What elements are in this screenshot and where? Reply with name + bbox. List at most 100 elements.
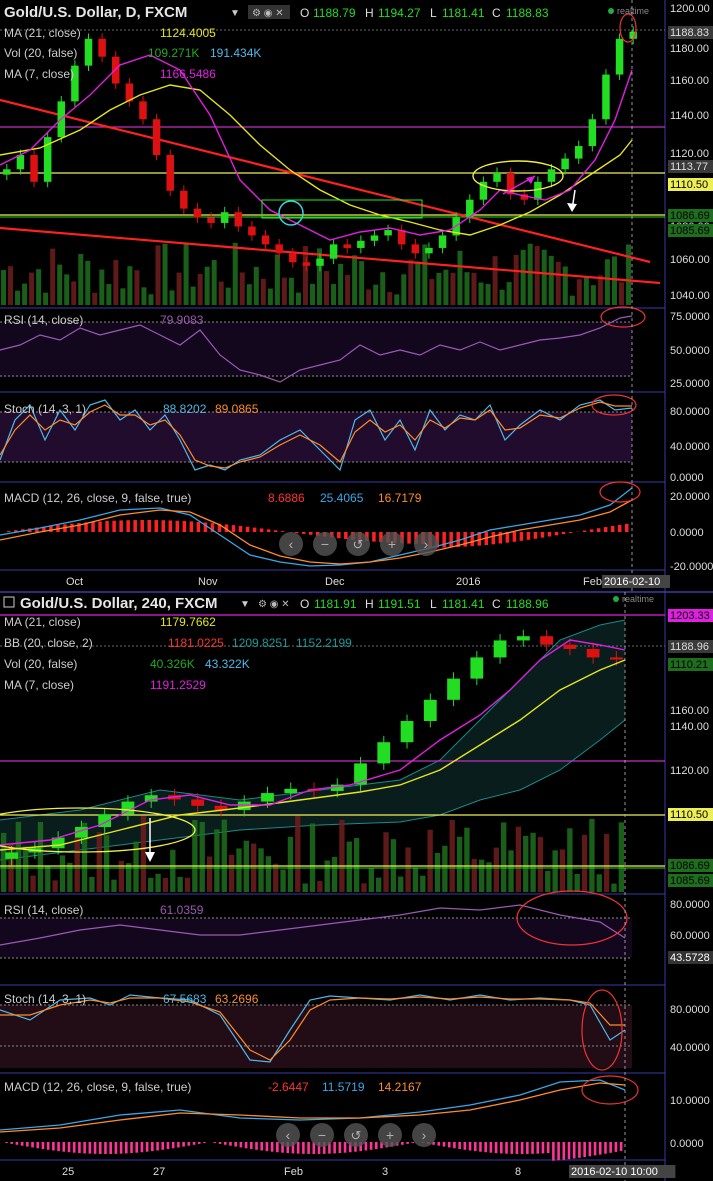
top-title-dropdown-icon[interactable]: ▼ xyxy=(230,8,240,19)
top-candle xyxy=(220,212,229,223)
svg-text:8.6886: 8.6886 xyxy=(268,491,305,505)
macd-histogram-bar xyxy=(610,525,615,532)
macd-histogram-bar xyxy=(582,530,587,532)
top-rsi-tick: 25.0000 xyxy=(670,378,710,390)
macd-histogram-bar xyxy=(562,1142,566,1160)
top-candle xyxy=(329,244,338,259)
svg-text:‹: ‹ xyxy=(286,1127,291,1143)
top-candle xyxy=(302,262,311,266)
volume-bar xyxy=(394,294,400,305)
top-candle xyxy=(30,155,38,182)
volume-bar xyxy=(339,819,345,892)
volume-bar xyxy=(324,271,330,305)
macd-histogram-bar xyxy=(547,532,552,537)
macd-histogram-bar xyxy=(41,1142,45,1150)
macd-histogram-bar xyxy=(479,1142,482,1152)
volume-bar xyxy=(111,879,117,892)
macd-histogram-bar xyxy=(593,1142,597,1156)
macd-histogram-bar xyxy=(218,1142,222,1144)
top-ma7-value: 1166.5486 xyxy=(160,67,216,81)
macd-histogram-bar xyxy=(411,1142,415,1143)
top-ma21-line xyxy=(0,84,633,236)
bottom-candle xyxy=(5,852,19,859)
bottom-ma21-label: MA (21, close) xyxy=(4,615,81,629)
top-time-tick: Oct xyxy=(66,576,83,588)
svg-text:40.326K: 40.326K xyxy=(150,657,195,671)
svg-text:1188.79: 1188.79 xyxy=(313,6,356,20)
macd-histogram-bar xyxy=(333,1142,336,1154)
top-nav-buttons[interactable]: ‹ − ↺ + › xyxy=(279,532,438,556)
macd-histogram-bar xyxy=(301,532,306,534)
top-price-tag: 1113.77 xyxy=(670,161,708,173)
volume-bar xyxy=(43,292,49,305)
macd-histogram-bar xyxy=(489,1142,493,1153)
svg-text:88.8202: 88.8202 xyxy=(163,402,207,416)
top-candle xyxy=(493,172,501,182)
volume-bar xyxy=(103,835,110,892)
volume-bar xyxy=(398,876,404,892)
macd-histogram-bar xyxy=(337,532,341,539)
svg-text:C: C xyxy=(492,597,501,611)
volume-bar xyxy=(302,246,308,305)
macd-histogram-bar xyxy=(26,1142,29,1147)
bottom-candle xyxy=(237,801,251,811)
bottom-stoch-tick: 80.0000 xyxy=(670,1004,710,1016)
macd-histogram-bar xyxy=(533,532,538,539)
annotation-red-ellipse-macd xyxy=(599,481,641,503)
top-time-tick: Dec xyxy=(325,576,345,588)
bottom-title-dropdown-icon[interactable]: ▼ xyxy=(240,599,250,610)
svg-text:1191.2529: 1191.2529 xyxy=(150,678,206,692)
macd-histogram-bar xyxy=(512,532,517,542)
volume-bar xyxy=(148,877,154,892)
macd-histogram-bar xyxy=(307,1142,310,1154)
bottom-candle xyxy=(470,657,484,679)
macd-histogram-bar xyxy=(203,1142,206,1143)
volume-bar xyxy=(534,246,540,305)
bottom-candle xyxy=(400,721,414,743)
bottom-price-tick: 1160.00 xyxy=(670,705,709,717)
volume-bar xyxy=(221,819,227,892)
volume-bar xyxy=(434,852,441,892)
volume-bar xyxy=(574,873,580,892)
top-candle xyxy=(261,235,270,245)
macd-histogram-bar xyxy=(372,532,376,542)
macd-histogram-bar xyxy=(15,1142,19,1145)
macd-histogram-bar xyxy=(231,525,236,532)
macd-histogram-bar xyxy=(491,532,496,545)
volume-bar xyxy=(204,266,210,305)
volume-bar xyxy=(331,856,338,892)
bottom-candle xyxy=(121,801,135,815)
macd-histogram-bar xyxy=(280,531,285,532)
top-price-tick: 1180.00 xyxy=(670,43,709,55)
top-candle xyxy=(343,244,351,248)
volume-bar xyxy=(30,875,36,892)
volume-bar xyxy=(555,261,561,305)
macd-histogram-bar xyxy=(7,531,11,532)
bottom-stoch-tick: 40.0000 xyxy=(670,1042,710,1054)
macd-histogram-bar xyxy=(259,528,264,532)
volume-bar xyxy=(197,273,203,305)
volume-bar xyxy=(464,827,470,892)
svg-text:↺: ↺ xyxy=(353,537,364,552)
volume-bar xyxy=(405,847,411,892)
top-candle xyxy=(84,38,93,66)
top-price-axis: 1200.001180.001160.001140.001120.001100.… xyxy=(668,3,713,573)
top-candle xyxy=(425,247,433,254)
bottom-price-tag: 1188.96 xyxy=(670,641,709,653)
volume-bar xyxy=(96,832,102,892)
volume-bar xyxy=(206,856,213,892)
bottom-nav-buttons[interactable]: ‹ − ↺ + › xyxy=(276,1123,436,1147)
macd-histogram-bar xyxy=(583,1142,586,1158)
macd-histogram-bar xyxy=(112,520,116,532)
volume-bar xyxy=(59,855,66,892)
bottom-settings-icons[interactable]: ⚙ ◉ ✕ xyxy=(258,599,290,610)
macd-histogram-bar xyxy=(369,1142,373,1150)
macd-histogram-bar xyxy=(135,1142,139,1153)
volume-bar xyxy=(603,834,610,892)
volume-bar xyxy=(499,289,505,305)
volume-bar xyxy=(401,274,407,305)
svg-text:63.2696: 63.2696 xyxy=(215,992,259,1006)
top-price-tag: 1085.69 xyxy=(670,225,710,237)
bottom-candle xyxy=(586,648,600,658)
bottom-collapse-icon[interactable] xyxy=(3,596,15,608)
